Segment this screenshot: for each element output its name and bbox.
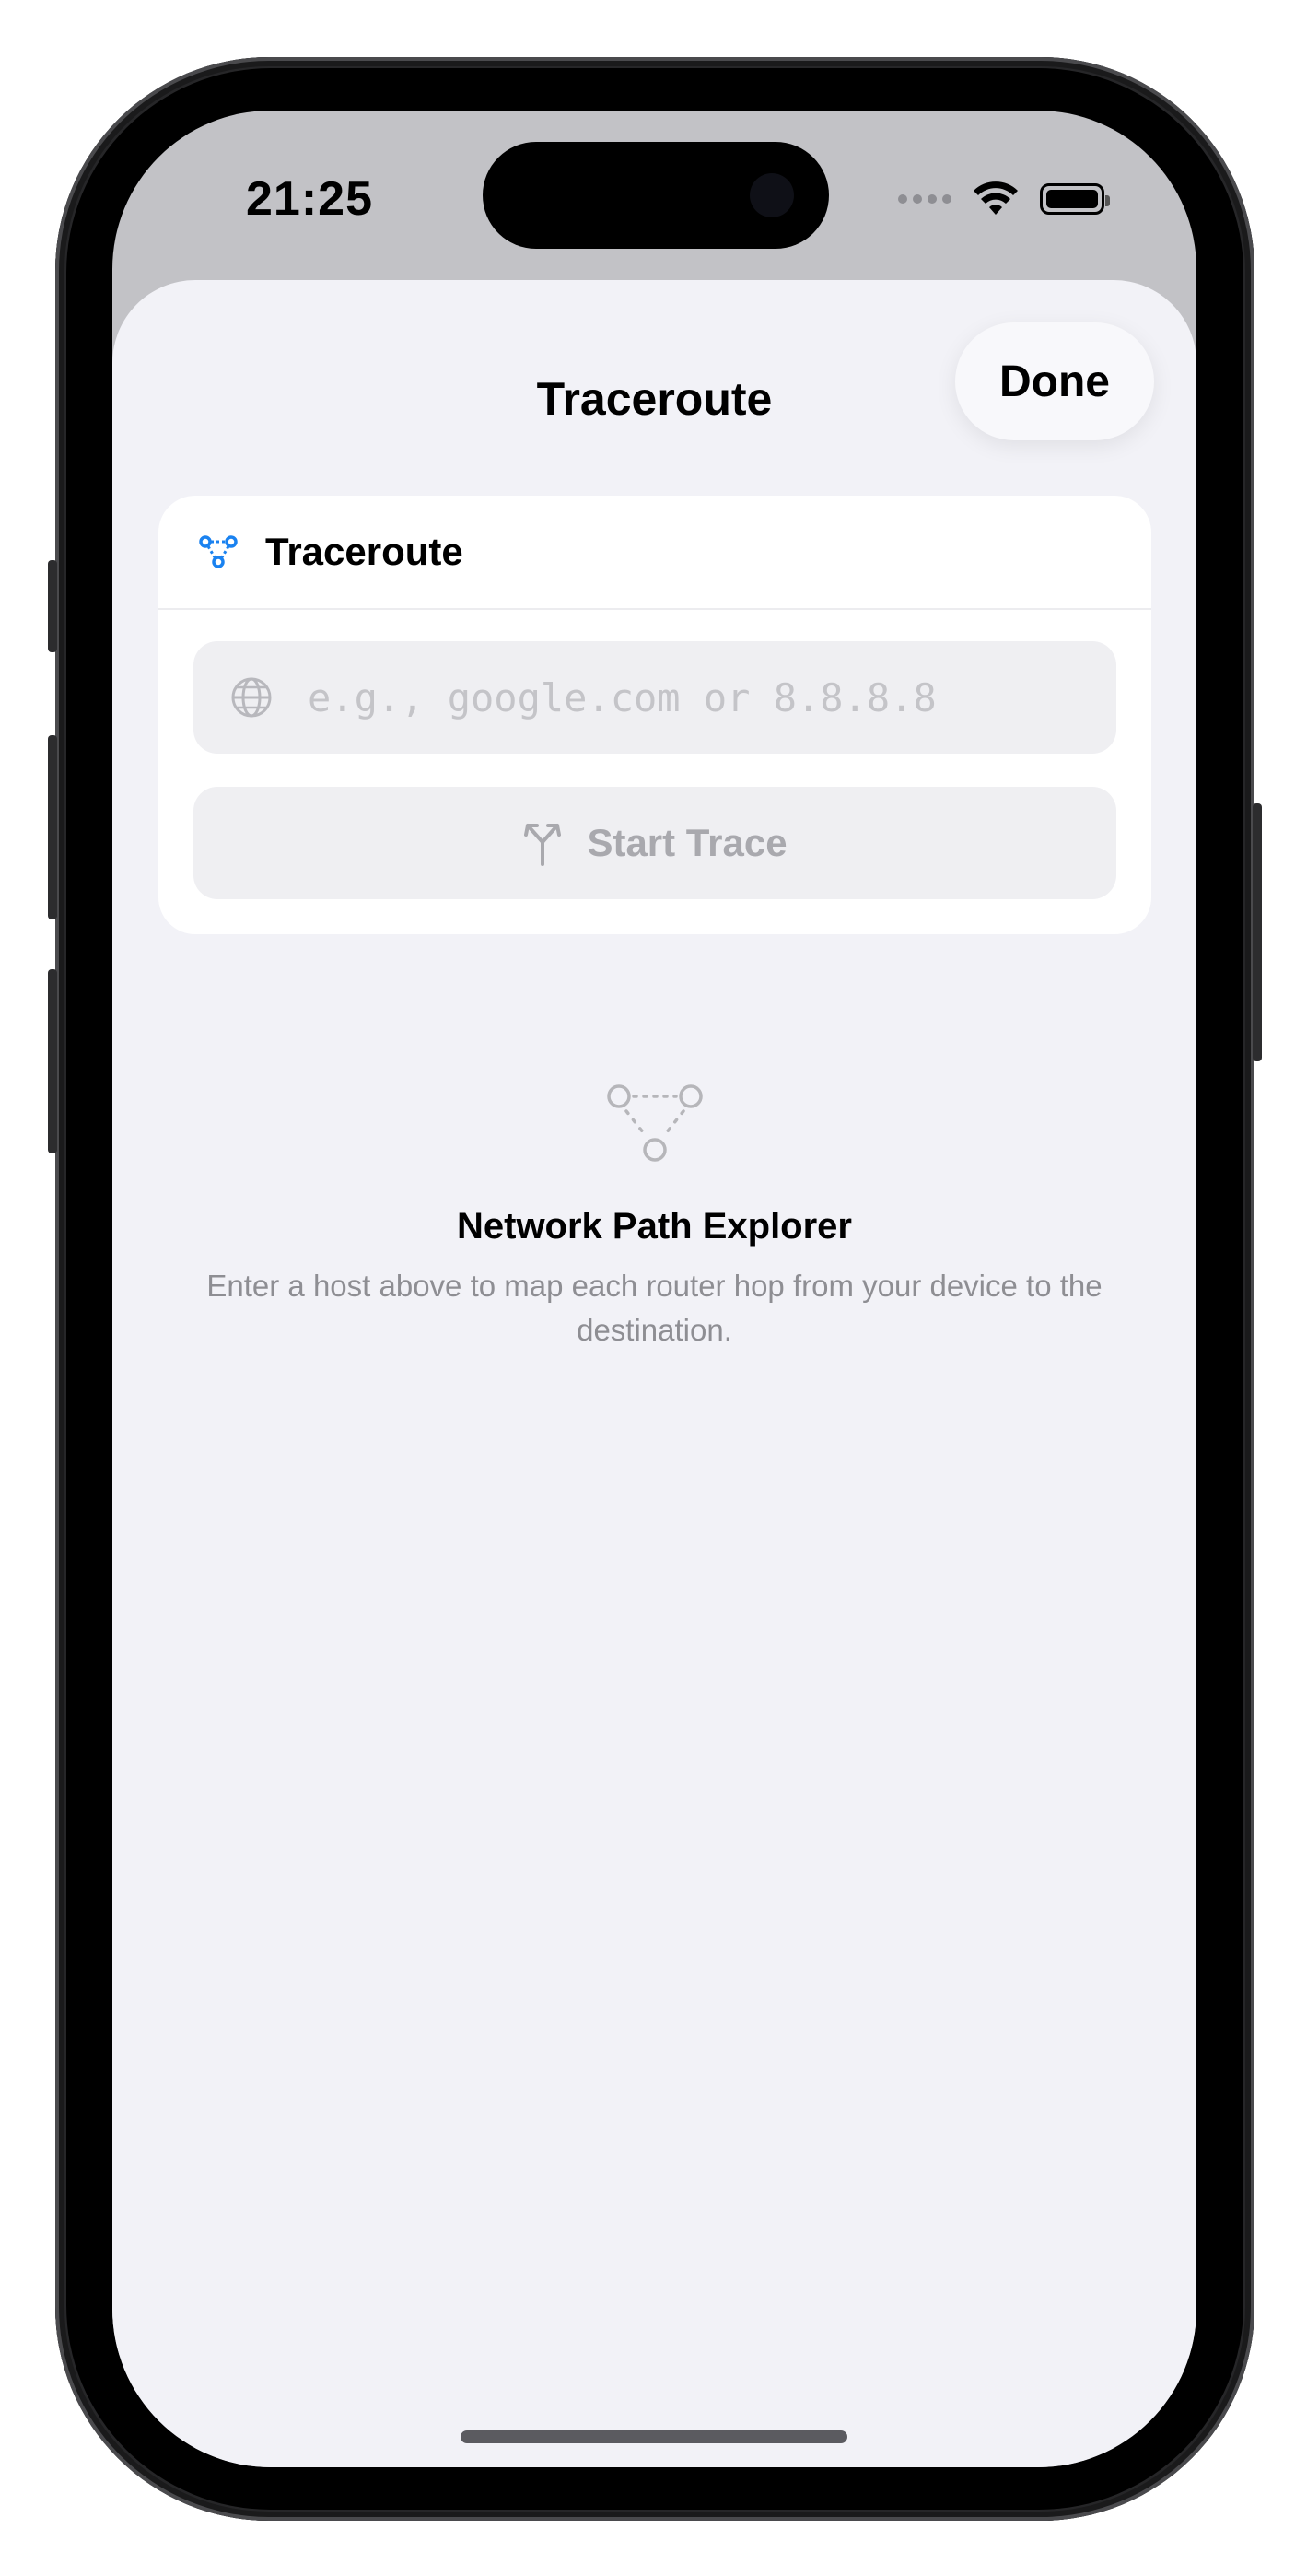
power-button xyxy=(1253,803,1262,1061)
empty-state-subtitle: Enter a host above to map each router ho… xyxy=(206,1269,1103,1347)
home-indicator[interactable] xyxy=(461,2430,847,2443)
host-input[interactable] xyxy=(306,673,1046,721)
status-time: 21:25 xyxy=(246,172,373,226)
empty-state-title: Network Path Explorer xyxy=(456,1206,852,1247)
camera-icon xyxy=(750,173,794,217)
battery-icon xyxy=(1040,183,1110,215)
globe-icon xyxy=(231,677,272,718)
traceroute-sheet: Traceroute Done Traceroute e.g., google.… xyxy=(112,280,1196,2467)
network-path-icon xyxy=(199,535,238,568)
host-field[interactable] xyxy=(193,641,1116,754)
start-trace-button[interactable]: Start Trace xyxy=(193,787,1116,899)
screen: 21:25 Traceroute Done Traceroute e.g., g… xyxy=(112,111,1196,2467)
start-trace-label: Start Trace xyxy=(587,821,788,864)
empty-state: Network Path Explorer Enter a host above… xyxy=(112,1082,1196,1352)
action-button xyxy=(48,560,57,652)
volume-down-button xyxy=(48,969,57,1153)
traceroute-card: Traceroute e.g., google.com or 8.8.8.8 S… xyxy=(158,496,1151,934)
volume-up-button xyxy=(48,735,57,919)
card-header: Traceroute xyxy=(158,496,1151,610)
dynamic-island xyxy=(483,142,829,249)
fork-arrows-icon xyxy=(524,824,562,866)
route-nodes-icon xyxy=(606,1084,703,1162)
card-title: Traceroute xyxy=(265,530,463,573)
done-button[interactable]: Done xyxy=(955,322,1154,440)
wifi-icon xyxy=(974,181,1018,215)
status-indicators xyxy=(898,179,1110,219)
signal-icon xyxy=(898,194,951,204)
